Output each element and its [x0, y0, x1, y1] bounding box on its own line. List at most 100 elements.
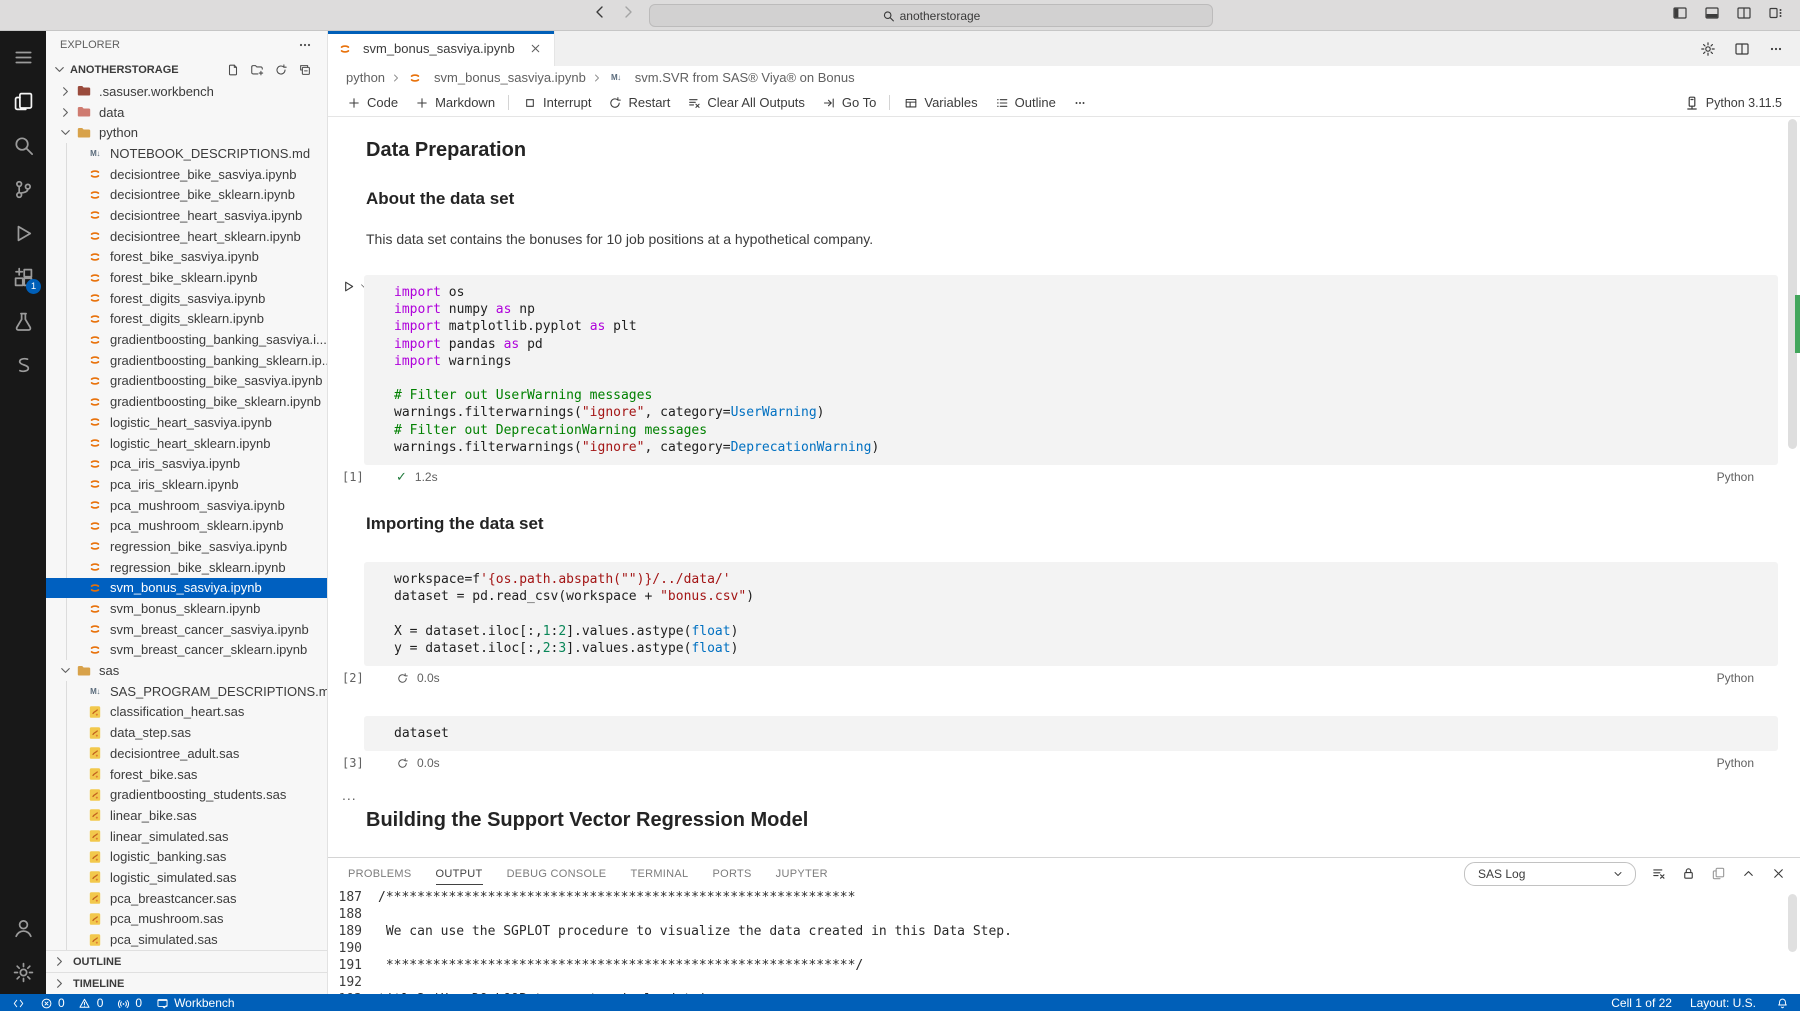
tab-svm-bonus-sasviya[interactable]: svm_bonus_sasviya.ipynb [328, 31, 555, 66]
panel-tab-jupyter[interactable]: JUPYTER [776, 858, 828, 889]
tree-item[interactable]: regression_bike_sklearn.ipynb [46, 557, 327, 578]
clear-output-icon[interactable] [1650, 866, 1666, 882]
panel-tab-terminal[interactable]: TERMINAL [630, 858, 688, 889]
tree-item[interactable]: forest_digits_sklearn.ipynb [46, 309, 327, 330]
toggle-sidebar-icon[interactable] [1672, 5, 1688, 21]
split-editor-icon[interactable] [1734, 41, 1750, 57]
tree-item[interactable]: logistic_heart_sklearn.ipynb [46, 433, 327, 454]
tree-item[interactable]: pca_mushroom.sas [46, 909, 327, 930]
workspace-section-header[interactable]: ANOTHERSTORAGE [46, 58, 327, 81]
rerun-icon[interactable] [396, 757, 409, 770]
tree-item[interactable]: decisiontree_heart_sasviya.ipynb [46, 205, 327, 226]
activity-item-search[interactable] [0, 123, 48, 167]
tree-item[interactable]: forest_bike_sklearn.ipynb [46, 267, 327, 288]
toolbar-go-to-button[interactable]: Go To [813, 91, 884, 114]
toolbar-code-button[interactable]: Code [338, 91, 406, 114]
status-notifications[interactable] [1774, 995, 1790, 1011]
breadcrumb-item[interactable]: M↓svm.SVR from SAS® Viya® on Bonus [608, 70, 855, 86]
outline-section[interactable]: OUTLINE [46, 950, 327, 972]
maximize-panel-icon[interactable] [1740, 866, 1756, 882]
editor-scrollbar[interactable] [1788, 119, 1797, 449]
tree-item[interactable]: decisiontree_heart_sklearn.ipynb [46, 226, 327, 247]
split-editor-icon[interactable] [1736, 5, 1752, 21]
tree-item[interactable]: pca_iris_sasviya.ipynb [46, 453, 327, 474]
customize-layout-icon[interactable] [1768, 5, 1784, 21]
activity-item-extensions[interactable]: 1 [0, 255, 48, 299]
panel-scrollbar[interactable] [1788, 894, 1797, 952]
cell-code[interactable]: dataset [364, 716, 1778, 751]
tree-item[interactable]: gradientboosting_bike_sasviya.ipynb [46, 371, 327, 392]
activity-item-settings[interactable] [0, 950, 48, 994]
tree-item[interactable]: gradientboosting_banking_sasviya.i... [46, 329, 327, 350]
code-cell[interactable]: dataset[3]0.0sPython [340, 716, 1778, 773]
timeline-section[interactable]: TIMELINE [46, 972, 327, 994]
output-channel-select[interactable]: SAS Log [1464, 862, 1636, 886]
cell-language[interactable]: Python [1717, 756, 1754, 770]
cell-language[interactable]: Python [1717, 470, 1754, 484]
tree-item[interactable]: M↓NOTEBOOK_DESCRIPTIONS.md [46, 143, 327, 164]
tree-item[interactable]: data [46, 102, 327, 123]
status-cell-indicator[interactable]: Cell 1 of 22 [1611, 996, 1672, 1010]
activity-item-run-debug[interactable] [0, 211, 48, 255]
toolbar-interrupt-button[interactable]: Interrupt [514, 91, 599, 114]
cell-code[interactable]: workspace=f'{os.path.abspath("")}/../dat… [364, 562, 1778, 666]
new-file-icon[interactable] [225, 62, 241, 78]
code-cell[interactable]: import osimport numpy as npimport matplo… [340, 275, 1778, 487]
forward-icon[interactable] [620, 4, 636, 20]
activity-item-menu[interactable] [0, 35, 48, 79]
panel-tab-output[interactable]: OUTPUT [436, 858, 483, 889]
cell-language[interactable]: Python [1717, 671, 1754, 685]
tree-item[interactable]: sas [46, 660, 327, 681]
tree-item[interactable]: python [46, 122, 327, 143]
tree-item[interactable]: gradientboosting_bike_sklearn.ipynb [46, 391, 327, 412]
tree-item[interactable]: linear_bike.sas [46, 805, 327, 826]
breadcrumb-item[interactable]: svm_bonus_sasviya.ipynb [407, 70, 586, 86]
collapse-all-icon[interactable] [297, 62, 313, 78]
panel-tab-debug-console[interactable]: DEBUG CONSOLE [507, 858, 607, 889]
cell-code[interactable]: import osimport numpy as npimport matplo… [364, 275, 1778, 465]
activity-item-testing[interactable] [0, 299, 48, 343]
tree-item[interactable]: pca_simulated.sas [46, 929, 327, 950]
panel-tab-ports[interactable]: PORTS [712, 858, 751, 889]
tree-item[interactable]: gradientboosting_students.sas [46, 784, 327, 805]
toolbar-variables-button[interactable]: Variables [895, 91, 985, 114]
tree-item[interactable]: decisiontree_bike_sklearn.ipynb [46, 184, 327, 205]
status-workbench[interactable]: Workbench [154, 995, 234, 1011]
new-folder-icon[interactable] [249, 62, 265, 78]
settings-gear-icon[interactable] [1700, 41, 1716, 57]
tree-item[interactable]: linear_simulated.sas [46, 826, 327, 847]
tree-item[interactable]: svm_bonus_sasviya.ipynb [46, 578, 327, 599]
breadcrumb-item[interactable]: python [346, 70, 385, 85]
tree-item[interactable]: forest_digits_sasviya.ipynb [46, 288, 327, 309]
tree-item[interactable]: logistic_heart_sasviya.ipynb [46, 412, 327, 433]
activity-item-explorer[interactable] [0, 79, 48, 123]
toolbar-outline-button[interactable]: Outline [986, 91, 1064, 114]
rerun-icon[interactable] [396, 672, 409, 685]
tree-item[interactable]: pca_mushroom_sasviya.ipynb [46, 495, 327, 516]
activity-item-source-control[interactable] [0, 167, 48, 211]
tree-item[interactable]: gradientboosting_banking_sklearn.ip... [46, 350, 327, 371]
tree-item[interactable]: M↓SAS_PROGRAM_DESCRIPTIONS.md [46, 681, 327, 702]
tree-item[interactable]: decisiontree_bike_sasviya.ipynb [46, 164, 327, 185]
tree-item[interactable]: svm_bonus_sklearn.ipynb [46, 598, 327, 619]
tree-item[interactable]: pca_iris_sklearn.ipynb [46, 474, 327, 495]
tree-item[interactable]: classification_heart.sas [46, 702, 327, 723]
tree-item[interactable]: data_step.sas [46, 722, 327, 743]
toolbar-markdown-button[interactable]: Markdown [406, 91, 503, 114]
tree-item[interactable]: pca_mushroom_sklearn.ipynb [46, 515, 327, 536]
status-warnings[interactable]: 0 [77, 995, 104, 1011]
lock-scroll-icon[interactable] [1680, 866, 1696, 882]
tree-item[interactable]: logistic_banking.sas [46, 846, 327, 867]
back-icon[interactable] [592, 4, 608, 20]
tree-item[interactable]: regression_bike_sasviya.ipynb [46, 536, 327, 557]
activity-item-sas-extension[interactable] [0, 343, 48, 387]
status-errors[interactable]: 0 [38, 995, 65, 1011]
more-actions-icon[interactable] [1768, 41, 1784, 57]
toggle-panel-icon[interactable] [1704, 5, 1720, 21]
activity-item-account[interactable] [0, 906, 48, 950]
toolbar-restart-button[interactable]: Restart [599, 91, 678, 114]
code-cell[interactable]: workspace=f'{os.path.abspath("")}/../dat… [340, 562, 1778, 688]
status-remote-indicator[interactable] [10, 995, 26, 1011]
status-keyboard-layout[interactable]: Layout: U.S. [1690, 996, 1756, 1010]
toolbar-clear-all-outputs-button[interactable]: Clear All Outputs [678, 91, 813, 114]
